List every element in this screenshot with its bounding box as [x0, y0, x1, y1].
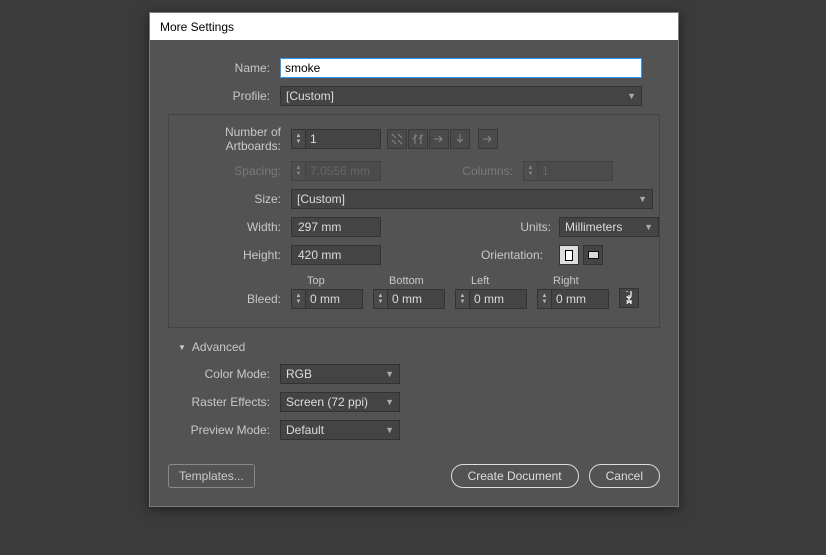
- width-label: Width:: [169, 220, 291, 234]
- spacing-stepper: ▲▼ 7.0556 mm: [291, 161, 381, 181]
- spinner-icon: ▲▼: [292, 162, 306, 180]
- grid-by-row-icon[interactable]: [387, 129, 407, 149]
- orientation-portrait[interactable]: [559, 245, 579, 265]
- spinner-icon: ▲▼: [292, 290, 306, 308]
- bleed-bottom-label: Bottom: [373, 275, 445, 287]
- raster-dropdown[interactable]: Screen (72 ppi) ▼: [280, 392, 400, 412]
- create-label: Create Document: [468, 469, 562, 483]
- preview-dropdown[interactable]: Default ▼: [280, 420, 400, 440]
- link-bleed-icon[interactable]: [619, 288, 639, 308]
- grid-by-col-icon[interactable]: [408, 129, 428, 149]
- chevron-down-icon: ▼: [644, 222, 653, 232]
- artboards-stepper[interactable]: ▲▼ 1: [291, 129, 381, 149]
- units-value: Millimeters: [565, 220, 622, 234]
- advanced-toggle[interactable]: ▼ Advanced: [168, 340, 660, 354]
- bleed-left-stepper[interactable]: ▲▼ 0 mm: [455, 289, 527, 309]
- templates-button[interactable]: Templates...: [168, 464, 255, 488]
- columns-stepper: ▲▼ 1: [523, 161, 613, 181]
- spinner-icon: ▲▼: [456, 290, 470, 308]
- bleed-top-value: 0 mm: [306, 292, 344, 306]
- size-dropdown[interactable]: [Custom] ▼: [291, 189, 653, 209]
- columns-value: 1: [538, 164, 553, 178]
- width-input[interactable]: 297 mm: [291, 217, 381, 237]
- name-label: Name:: [168, 61, 280, 75]
- cancel-label: Cancel: [606, 469, 643, 483]
- layout-direction-icon[interactable]: [478, 129, 498, 149]
- dialog-titlebar: More Settings: [150, 13, 678, 40]
- name-input[interactable]: [280, 58, 642, 78]
- bleed-bottom-value: 0 mm: [388, 292, 426, 306]
- bleed-label: Bleed:: [169, 292, 291, 309]
- chevron-down-icon: ▼: [638, 194, 647, 204]
- spacing-label: Spacing:: [169, 164, 291, 178]
- chevron-down-icon: ▼: [627, 91, 636, 101]
- bleed-right-stepper[interactable]: ▲▼ 0 mm: [537, 289, 609, 309]
- chevron-down-icon: ▼: [385, 425, 394, 435]
- spacing-value: 7.0556 mm: [306, 164, 374, 178]
- bleed-bottom-stepper[interactable]: ▲▼ 0 mm: [373, 289, 445, 309]
- color-mode-label: Color Mode:: [168, 367, 280, 381]
- chevron-down-icon: ▼: [385, 397, 394, 407]
- triangle-down-icon: ▼: [178, 343, 186, 352]
- color-mode-dropdown[interactable]: RGB ▼: [280, 364, 400, 384]
- artboards-value: 1: [306, 132, 321, 146]
- profile-value: [Custom]: [286, 89, 334, 103]
- orientation-label: Orientation:: [481, 248, 551, 262]
- spinner-icon: ▲▼: [524, 162, 538, 180]
- columns-label: Columns:: [451, 164, 523, 178]
- units-label: Units:: [520, 220, 559, 234]
- artboards-label: Number of Artboards:: [169, 125, 291, 153]
- bleed-top-label: Top: [291, 275, 363, 287]
- cancel-button[interactable]: Cancel: [589, 464, 660, 488]
- size-label: Size:: [169, 192, 291, 206]
- raster-value: Screen (72 ppi): [286, 395, 368, 409]
- bleed-left-value: 0 mm: [470, 292, 508, 306]
- arrange-down-icon[interactable]: [450, 129, 470, 149]
- orientation-landscape[interactable]: [583, 245, 603, 265]
- bleed-right-label: Right: [537, 275, 609, 287]
- bleed-right-value: 0 mm: [552, 292, 590, 306]
- profile-dropdown[interactable]: [Custom] ▼: [280, 86, 642, 106]
- spinner-icon: ▲▼: [292, 130, 306, 148]
- dialog-title: More Settings: [160, 20, 234, 34]
- arrange-right-icon[interactable]: [429, 129, 449, 149]
- create-document-button[interactable]: Create Document: [451, 464, 579, 488]
- bleed-left-label: Left: [455, 275, 527, 287]
- width-value: 297 mm: [292, 220, 345, 234]
- spinner-icon: ▲▼: [374, 290, 388, 308]
- color-mode-value: RGB: [286, 367, 312, 381]
- templates-label: Templates...: [179, 469, 244, 483]
- advanced-label: Advanced: [192, 340, 245, 354]
- preview-label: Preview Mode:: [168, 423, 280, 437]
- height-input[interactable]: 420 mm: [291, 245, 381, 265]
- units-dropdown[interactable]: Millimeters ▼: [559, 217, 659, 237]
- chevron-down-icon: ▼: [385, 369, 394, 379]
- more-settings-dialog: More Settings Name: Profile: [Custom] ▼ …: [149, 12, 679, 507]
- spinner-icon: ▲▼: [538, 290, 552, 308]
- height-value: 420 mm: [292, 248, 345, 262]
- profile-label: Profile:: [168, 89, 280, 103]
- preview-value: Default: [286, 423, 324, 437]
- bleed-top-stepper[interactable]: ▲▼ 0 mm: [291, 289, 363, 309]
- size-value: [Custom]: [297, 192, 345, 206]
- height-label: Height:: [169, 248, 291, 262]
- raster-label: Raster Effects:: [168, 395, 280, 409]
